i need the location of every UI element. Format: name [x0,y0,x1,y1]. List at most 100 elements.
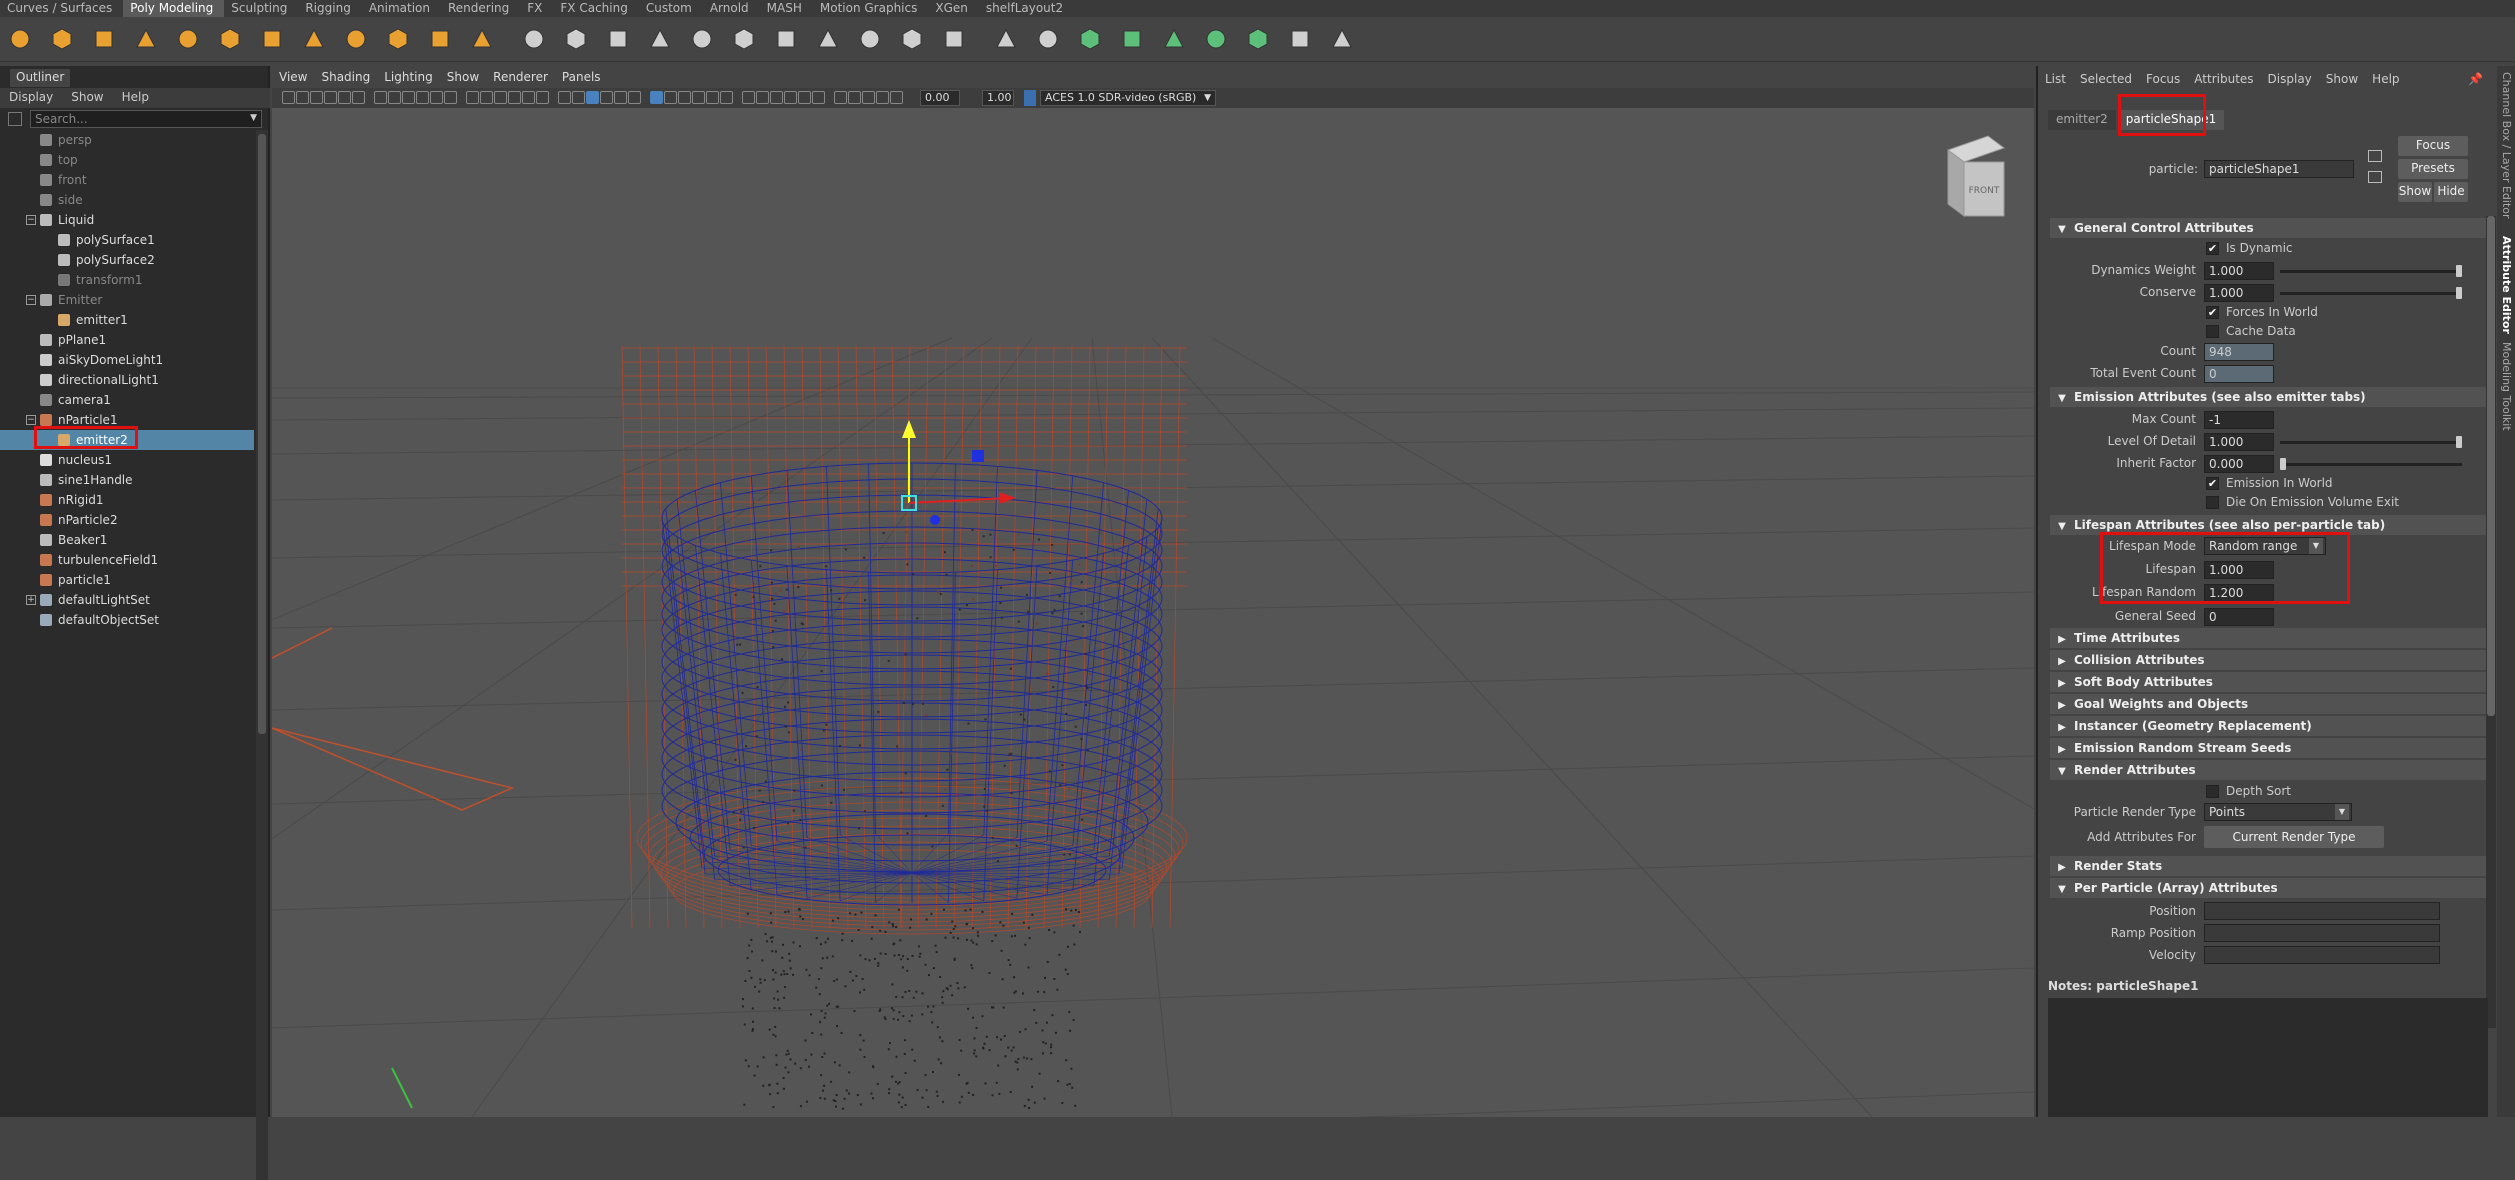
render-type-dropdown[interactable]: Points ▼ [2204,803,2352,821]
viewport-tool-icon[interactable] [834,91,847,104]
ramp-position-field[interactable] [2204,924,2440,942]
separate-icon[interactable] [562,25,590,53]
shelf-tab-poly-modeling[interactable]: Poly Modeling [123,0,225,17]
outliner-search-input[interactable]: Search... ▼ [30,110,262,128]
viewport-menu-show[interactable]: Show [440,66,486,88]
pin-icon[interactable]: 📌 [2461,70,2490,88]
conserve-slider[interactable] [2280,292,2462,295]
outliner-item-nucleus1[interactable]: nucleus1 [0,450,254,470]
shelf-tab-curves-surfaces[interactable]: Curves / Surfaces [0,0,123,17]
node-name-field[interactable]: particleShape1 [2204,160,2354,178]
smooth-icon[interactable] [604,25,632,53]
outliner-item-polysurface1[interactable]: polySurface1 [0,230,254,250]
general-seed-field[interactable]: 0 [2204,608,2274,626]
viewport-tool-icon[interactable] [338,91,351,104]
ae-scrollbar[interactable] [2486,216,2496,1028]
focus-button[interactable]: Focus [2398,136,2468,156]
viewport-menu-renderer[interactable]: Renderer [486,66,555,88]
search-dropdown-icon[interactable]: ▼ [250,113,257,123]
viewport-tool-icon[interactable] [324,91,337,104]
cube-icon[interactable] [48,25,76,53]
die-on-exit-checkbox[interactable] [2206,496,2219,509]
cone-icon[interactable] [132,25,160,53]
outliner-item-liquid[interactable]: − Liquid [0,210,254,230]
viewport-tool-icon[interactable] [720,91,733,104]
viewport-tool-icon[interactable] [876,91,889,104]
near-clip-field[interactable]: 0.00 [920,90,960,106]
outliner-item-sine1handle[interactable]: sine1Handle [0,470,254,490]
shelf-tab-animation[interactable]: Animation [362,0,441,17]
level-of-detail-slider-handle[interactable] [2456,436,2462,448]
viewport-tool-icon[interactable] [558,91,571,104]
ae-menu-help[interactable]: Help [2365,70,2406,90]
viewport-menu-lighting[interactable]: Lighting [377,66,440,88]
viewport-tool-icon[interactable] [890,91,903,104]
view-cube-side[interactable] [1947,149,1965,217]
viewport-tool-icon[interactable] [388,91,401,104]
svg-icon[interactable] [426,25,454,53]
viewport-menu-panels[interactable]: Panels [555,66,608,88]
disc-icon[interactable] [258,25,286,53]
viewport-tool-icon[interactable] [430,91,443,104]
fill-hole-icon[interactable] [772,25,800,53]
section-emission-seeds[interactable]: ▶ Emission Random Stream Seeds [2050,738,2486,758]
viewport-menu-view[interactable]: View [272,66,314,88]
viewport-tool-icon[interactable] [812,91,825,104]
soccerball-icon[interactable] [300,25,328,53]
shelf-tab-motion-graphics[interactable]: Motion Graphics [813,0,929,17]
cache-data-checkbox[interactable] [2206,325,2219,338]
color-management-icon[interactable] [1024,90,1036,106]
sphere-icon[interactable] [6,25,34,53]
mirror-icon[interactable] [1034,25,1062,53]
section-render[interactable]: ▼ Render Attributes [2050,760,2486,780]
viewport-tool-icon[interactable] [466,91,479,104]
outliner-item-front[interactable]: front [0,170,254,190]
bool-icon[interactable] [1160,25,1188,53]
tab-modeling-toolkit[interactable]: Modeling Toolkit [2500,342,2513,431]
crease-icon[interactable] [1118,25,1146,53]
shelf-tab-fx-caching[interactable]: FX Caching [553,0,638,17]
viewport-tool-icon[interactable] [522,91,535,104]
presets-button[interactable]: Presets [2398,159,2468,179]
velocity-field[interactable] [2204,946,2440,964]
viewport-panel[interactable]: View Shading Lighting Show Renderer Pane… [272,66,2034,1117]
shelf-tab-shelflayout2[interactable]: shelfLayout2 [979,0,1074,17]
section-goal[interactable]: ▶ Goal Weights and Objects [2050,694,2486,714]
uv-icon[interactable] [1076,25,1104,53]
section-general-control[interactable]: ▼ General Control Attributes [2050,218,2486,238]
level-of-detail-field[interactable]: 1.000 [2204,433,2274,451]
torus-icon[interactable] [174,25,202,53]
outliner-item-nrigid1[interactable]: nRigid1 [0,490,254,510]
current-render-type-button[interactable]: Current Render Type [2204,826,2384,848]
viewport-tool-icon[interactable] [508,91,521,104]
append-icon[interactable] [814,25,842,53]
dynamics-weight-field[interactable]: 1.000 [2204,262,2274,280]
scene-3d-view[interactable]: FRONT [272,108,2034,1117]
outliner-item-persp[interactable]: persp [0,130,254,150]
shelf-tab-xgen[interactable]: XGen [928,0,979,17]
viewport-tool-icon[interactable] [374,91,387,104]
viewport-tool-icon[interactable] [282,91,295,104]
inherit-factor-slider[interactable] [2280,463,2462,466]
outliner-item-transform1[interactable]: transform1 [0,270,254,290]
viewport-tool-icon[interactable] [480,91,493,104]
position-field[interactable] [2204,902,2440,920]
superellipse-icon[interactable] [468,25,496,53]
viewport-menu-shading[interactable]: Shading [314,66,377,88]
viewport-tool-icon[interactable] [848,91,861,104]
viewport-tool-icon[interactable] [628,91,641,104]
shelf-tab-mash[interactable]: MASH [760,0,813,17]
reduce-icon[interactable] [1202,25,1230,53]
knife-icon[interactable] [992,25,1020,53]
outliner-item-side[interactable]: side [0,190,254,210]
target-weld-icon[interactable] [898,25,926,53]
soft-select-icon[interactable] [1328,25,1356,53]
focus-node-icon[interactable] [2368,150,2382,162]
ae-menu-attributes[interactable]: Attributes [2187,70,2260,90]
connect-icon[interactable] [940,25,968,53]
bevel-icon[interactable] [730,25,758,53]
expand-icon[interactable]: + [26,595,36,605]
type-icon[interactable] [384,25,412,53]
combine-icon[interactable] [520,25,548,53]
shelf-tab-custom[interactable]: Custom [639,0,703,17]
